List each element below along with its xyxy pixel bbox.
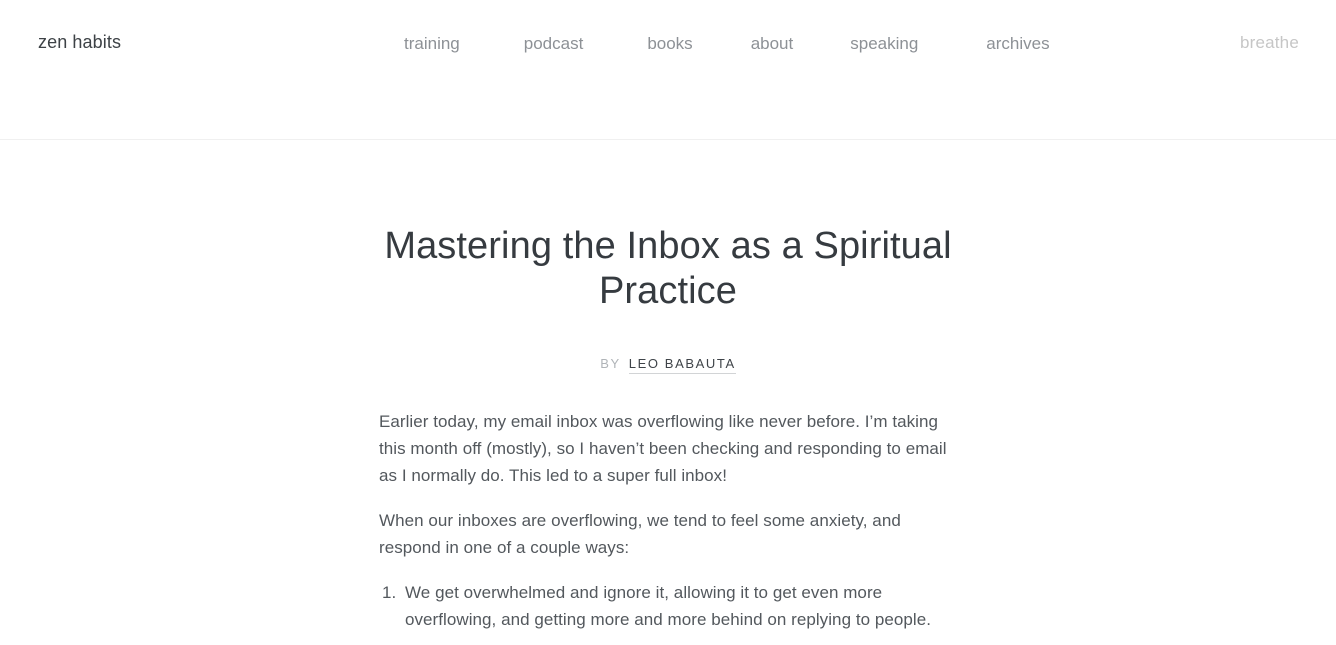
site-logo[interactable]: zen habits: [38, 31, 121, 53]
article-paragraph: Earlier today, my email inbox was overfl…: [379, 412, 947, 485]
byline-author-link[interactable]: LEO BABAUTA: [628, 356, 736, 374]
nav-item-about[interactable]: about: [751, 33, 794, 54]
nav-item-books[interactable]: books: [647, 33, 692, 54]
page-title: Mastering the Inbox as a Spiritual Pract…: [384, 225, 952, 312]
breathe-link[interactable]: breathe: [1240, 32, 1299, 53]
byline: BY LEO BABAUTA: [379, 314, 957, 374]
main-content: Mastering the Inbox as a Spiritual Pract…: [0, 140, 1336, 633]
nav-item-archives[interactable]: archives: [986, 33, 1049, 54]
list-item: We get overwhelmed and ignore it, allowi…: [401, 579, 957, 633]
nav-item-speaking[interactable]: speaking: [850, 33, 918, 54]
article-paragraph: When our inboxes are overflowing, we ten…: [379, 511, 901, 557]
nav-item-podcast[interactable]: podcast: [524, 33, 584, 54]
article-body: Earlier today, my email inbox was overfl…: [379, 372, 957, 633]
article-ordered-list: We get overwhelmed and ignore it, allowi…: [379, 579, 957, 633]
main-navigation: training podcast books about speaking ar…: [404, 33, 1050, 54]
nav-item-training[interactable]: training: [404, 33, 460, 54]
site-header: zen habits training podcast books about …: [0, 0, 1336, 140]
byline-prefix: BY: [600, 356, 621, 371]
article: Mastering the Inbox as a Spiritual Pract…: [379, 140, 957, 633]
